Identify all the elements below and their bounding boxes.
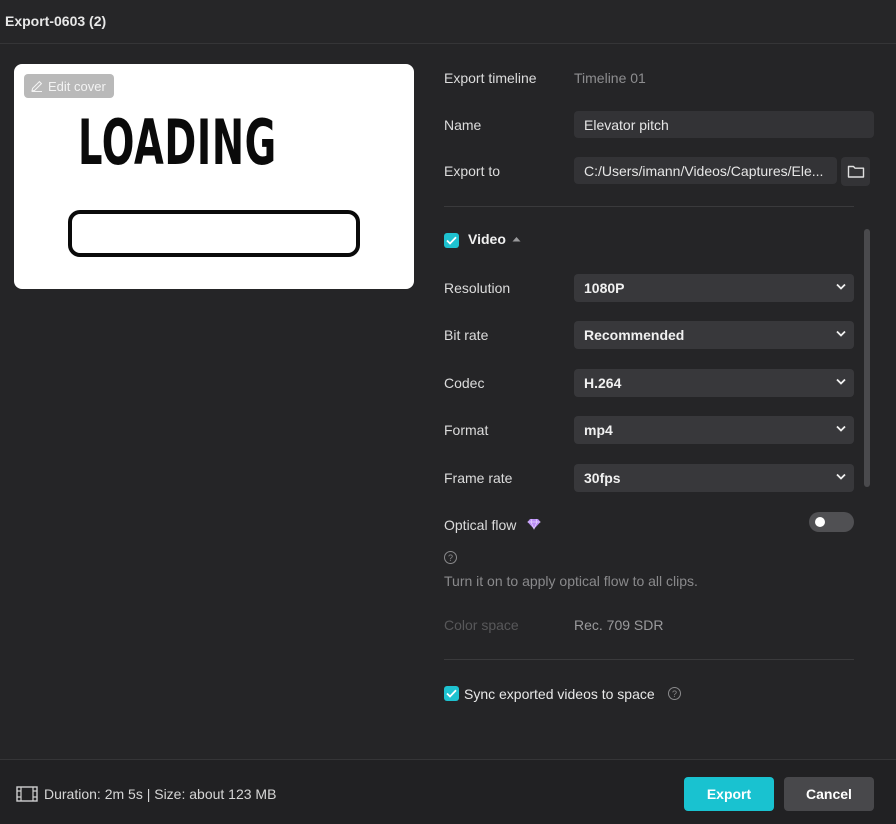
optical-flow-hint: Turn it on to apply optical flow to all …: [444, 573, 698, 589]
toggle-knob: [815, 517, 825, 527]
bit-rate-value: Recommended: [584, 327, 685, 343]
video-section-header[interactable]: Video: [468, 231, 521, 247]
optical-flow-toggle[interactable]: [809, 512, 854, 532]
checkmark-icon: [446, 236, 457, 245]
codec-value: H.264: [584, 375, 622, 391]
name-input[interactable]: Elevator pitch: [574, 111, 874, 138]
folder-icon: [847, 165, 864, 178]
export-info: Duration: 2m 5s | Size: about 123 MB: [16, 786, 276, 802]
premium-diamond-icon: [527, 518, 541, 530]
edit-cover-button[interactable]: Edit cover: [24, 74, 114, 98]
video-checkbox[interactable]: [444, 233, 459, 248]
pencil-icon: [31, 80, 43, 93]
frame-rate-select[interactable]: 30fps: [574, 464, 854, 492]
cover-loading-text: LOADING: [78, 106, 277, 179]
export-path-input[interactable]: C:/Users/imann/Videos/Captures/Ele...: [574, 157, 837, 184]
format-value: mp4: [584, 422, 613, 438]
bit-rate-label: Bit rate: [444, 327, 489, 343]
cover-preview: Edit cover LOADING: [14, 64, 414, 289]
frame-rate-label: Frame rate: [444, 470, 513, 486]
cover-loading-bar: [68, 210, 360, 257]
help-icon[interactable]: ?: [668, 687, 681, 700]
chevron-down-icon: [836, 378, 846, 385]
resolution-select[interactable]: 1080P: [574, 274, 854, 302]
frame-rate-value: 30fps: [584, 470, 621, 486]
chevron-down-icon: [836, 473, 846, 480]
section-divider: [444, 659, 854, 660]
chevron-down-icon: [836, 283, 846, 290]
cancel-button[interactable]: Cancel: [784, 777, 874, 811]
color-space-label: Color space: [444, 617, 519, 633]
film-icon: [16, 786, 38, 802]
help-icon[interactable]: ?: [444, 551, 457, 564]
browse-folder-button[interactable]: [841, 157, 870, 186]
resolution-value: 1080P: [584, 280, 625, 296]
export-button[interactable]: Export: [684, 777, 774, 811]
window-title: Export-0603 (2): [5, 13, 107, 29]
codec-label: Codec: [444, 375, 485, 391]
title-bar: Export-0603 (2): [0, 0, 896, 44]
video-label: Video: [468, 231, 506, 247]
export-timeline-value: Timeline 01: [574, 70, 646, 86]
resolution-label: Resolution: [444, 280, 511, 296]
checkmark-icon: [446, 689, 457, 698]
chevron-down-icon: [836, 330, 846, 337]
duration-size-text: Duration: 2m 5s | Size: about 123 MB: [44, 786, 277, 802]
sync-label: Sync exported videos to space: [464, 686, 655, 702]
chevron-down-icon: [836, 425, 846, 432]
scrollbar[interactable]: [864, 229, 870, 487]
format-label: Format: [444, 422, 489, 438]
export-to-label: Export to: [444, 163, 501, 179]
section-divider: [444, 206, 854, 207]
color-space-value: Rec. 709 SDR: [574, 617, 664, 633]
collapse-caret-icon[interactable]: [512, 236, 521, 242]
name-label: Name: [444, 117, 482, 133]
codec-select[interactable]: H.264: [574, 369, 854, 397]
bit-rate-select[interactable]: Recommended: [574, 321, 854, 349]
dialog-footer: Duration: 2m 5s | Size: about 123 MB Exp…: [0, 759, 896, 824]
format-select[interactable]: mp4: [574, 416, 854, 444]
sync-checkbox[interactable]: [444, 686, 459, 701]
optical-flow-label: Optical flow: [444, 517, 517, 533]
edit-cover-label: Edit cover: [48, 78, 106, 94]
export-timeline-label: Export timeline: [444, 70, 537, 86]
